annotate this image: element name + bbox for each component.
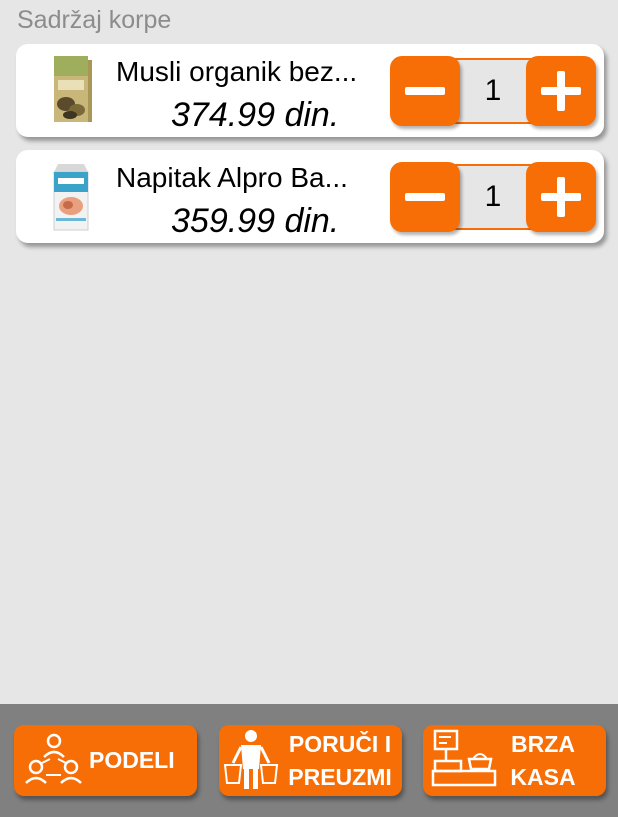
share-people-icon: [25, 733, 82, 784]
muesli-box-icon: [54, 56, 92, 122]
share-label: PODELI: [89, 747, 175, 773]
decrease-quantity-button[interactable]: [390, 56, 460, 126]
order-label-line2: PREUZMI: [288, 764, 392, 790]
item-price: 359.99 din.: [171, 202, 340, 240]
order-label-line1: PORUČI I: [288, 731, 392, 757]
minus-icon: [405, 87, 445, 95]
plus-icon: [541, 71, 581, 111]
fast-checkout-line1: BRZA: [511, 731, 575, 757]
quantity-stepper: 1: [390, 56, 596, 126]
share-button[interactable]: PODELI: [14, 725, 197, 796]
fast-checkout-button[interactable]: BRZA KASA: [423, 725, 606, 796]
minus-icon: [405, 193, 445, 201]
bottom-action-bar: PODELI PORUČI I PREUZMI BRZA KASA: [0, 704, 618, 817]
cart-list: Musli organik bez... 374.99 din. 1 Napit…: [16, 44, 604, 256]
cart-item[interactable]: Musli organik bez... 374.99 din. 1: [16, 44, 604, 137]
fast-checkout-line2: KASA: [510, 764, 576, 790]
cash-register-icon: [431, 729, 497, 787]
quantity-stepper: 1: [390, 162, 596, 232]
decrease-quantity-button[interactable]: [390, 162, 460, 232]
increase-quantity-button[interactable]: [526, 56, 596, 126]
order-label: PORUČI I PREUZMI: [281, 728, 399, 794]
item-price: 374.99 din.: [171, 96, 340, 134]
page-title: Sadržaj korpe: [17, 6, 172, 34]
order-and-pickup-button[interactable]: PORUČI I PREUZMI: [219, 725, 402, 796]
fast-checkout-label: BRZA KASA: [503, 728, 583, 794]
cart-item[interactable]: Napitak Alpro Ba... 359.99 din. 1: [16, 150, 604, 243]
shopper-bags-icon: [223, 730, 279, 789]
alpro-almond-carton-icon: [53, 164, 89, 231]
item-name: Musli organik bez...: [116, 56, 358, 87]
increase-quantity-button[interactable]: [526, 162, 596, 232]
plus-icon: [541, 177, 581, 217]
item-name: Napitak Alpro Ba...: [116, 162, 348, 193]
